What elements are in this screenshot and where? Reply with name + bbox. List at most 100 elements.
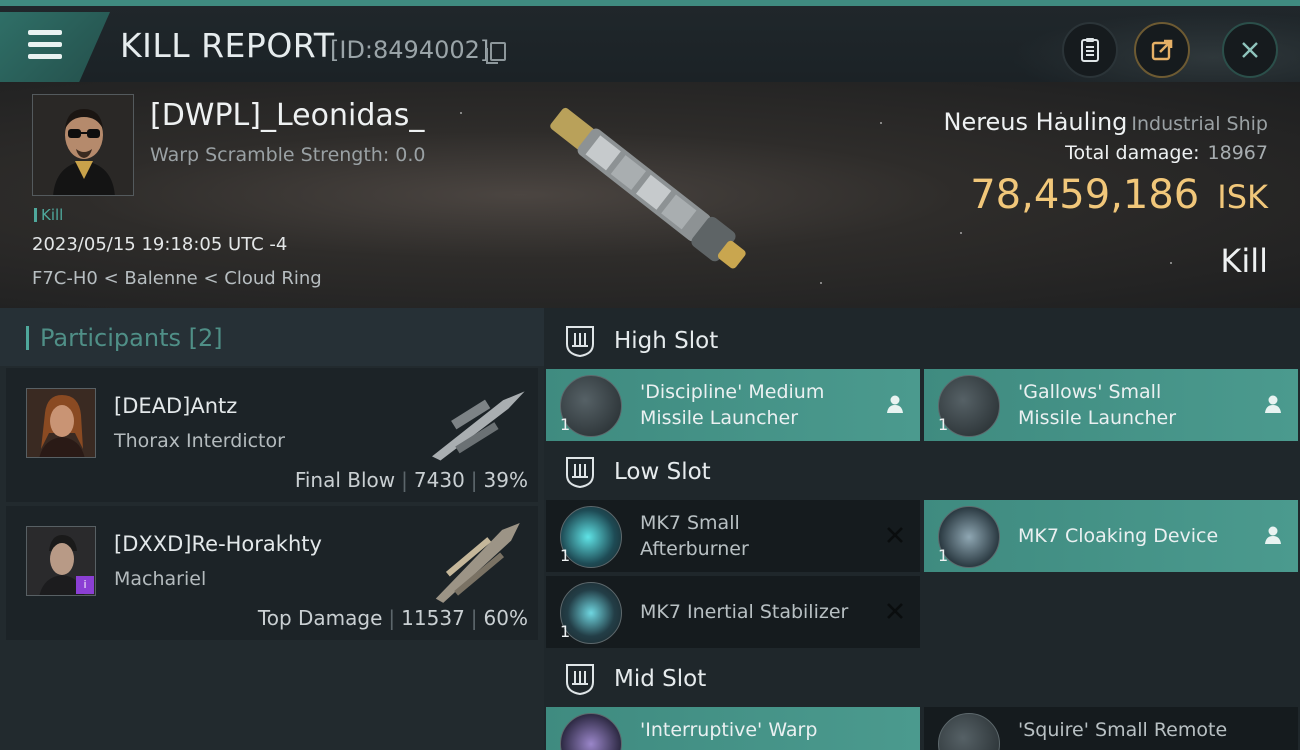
mid-slot-label: Mid Slot — [614, 666, 707, 692]
title-bar: KILL REPORT [ID:8494002] — [0, 0, 1300, 88]
participant-name[interactable]: [DEAD]Antz — [114, 394, 237, 418]
module-name: MK7 Small Afterburner — [640, 510, 749, 562]
hamburger-line — [28, 54, 62, 59]
total-damage-label: Total damage: — [1065, 142, 1200, 164]
hamburger-line — [28, 30, 62, 35]
participants-title: Participants [2] — [40, 324, 223, 352]
participant-role: Final Blow — [294, 468, 396, 492]
ship-name: Nereus Hauling — [943, 108, 1128, 136]
low-slot-icon — [566, 457, 594, 489]
victim-name[interactable]: [DWPL]_Leonidas_ — [150, 98, 424, 133]
participant-row[interactable]: i [DXXD]Re-Horakhty Machariel Top Damage… — [6, 506, 538, 640]
mid-slot-icon — [566, 664, 594, 696]
participant-ship: Thorax Interdictor — [114, 430, 285, 452]
warp-scramble-strength: Warp Scramble Strength: 0.0 — [150, 144, 426, 166]
module-name-line1: MK7 Small — [640, 512, 740, 534]
stat-divider: | — [470, 606, 478, 630]
module-quantity: 1 — [560, 415, 571, 434]
participant-name[interactable]: [DXXD]Re-Horakhty — [114, 532, 322, 556]
page-title: KILL REPORT — [120, 26, 335, 65]
destroyed-icon — [887, 527, 903, 543]
low-slot-label: Low Slot — [614, 459, 711, 485]
fitting-panel: High Slot 1 'Discipline' Medium Missile L… — [544, 308, 1300, 750]
module-item[interactable]: 1 'Gallows' Small Missile Launcher — [924, 369, 1298, 441]
module-name-line1: 'Gallows' Small — [1018, 381, 1162, 403]
isk-amount: 78,459,186 — [970, 172, 1200, 218]
module-item[interactable]: 1 MK7 Inertial Stabilizer — [546, 576, 920, 648]
header-accent-bar — [26, 326, 29, 350]
participant-ship-image — [435, 522, 520, 603]
participant-ship: Machariel — [114, 568, 207, 590]
victim-avatar[interactable] — [32, 94, 134, 196]
participant-avatar[interactable] — [26, 388, 96, 458]
corp-badge-icon: i — [76, 576, 94, 594]
share-icon — [1151, 39, 1173, 61]
high-slot-label: High Slot — [614, 328, 719, 354]
isk-unit: ISK — [1217, 178, 1268, 216]
person-icon — [1265, 526, 1281, 544]
module-name: 'Gallows' Small Missile Launcher — [1018, 379, 1176, 431]
module-name: 'Interruptive' Warp — [640, 719, 818, 741]
copy-icon[interactable] — [486, 42, 506, 64]
kill-datetime: 2023/05/15 19:18:05 UTC -4 — [32, 234, 288, 255]
kill-tag: Kill — [34, 206, 63, 224]
participants-panel: Participants [2] [DEAD]Antz Thorax Inter… — [0, 308, 544, 750]
low-slot-header: Low Slot — [544, 441, 1300, 503]
total-damage: Total damage: 18967 — [1065, 142, 1268, 164]
isk-value: 78,459,186 ISK — [970, 172, 1268, 218]
participants-header: Participants [2] — [0, 308, 544, 366]
stat-divider: | — [388, 606, 396, 630]
share-button[interactable] — [1134, 22, 1190, 78]
total-damage-value: 18967 — [1207, 142, 1268, 164]
portrait-icon — [27, 389, 95, 457]
module-item[interactable]: 1 MK7 Cloaking Device — [924, 500, 1298, 572]
module-item[interactable]: 'Squire' Small Remote — [924, 707, 1298, 750]
close-icon — [1242, 42, 1258, 58]
high-slot-header: High Slot — [544, 310, 1300, 372]
participant-avatar[interactable]: i — [26, 526, 96, 596]
ship-class: Industrial Ship — [1131, 113, 1268, 135]
module-quantity: 1 — [938, 546, 949, 565]
module-quantity: 1 — [560, 622, 571, 641]
person-icon — [1265, 395, 1281, 413]
participant-row[interactable]: [DEAD]Antz Thorax Interdictor Final Blow… — [6, 368, 538, 502]
mid-slot-header: Mid Slot — [544, 648, 1300, 710]
person-icon — [887, 395, 903, 413]
result-label: Kill — [1220, 242, 1268, 280]
module-name-line2: Missile Launcher — [640, 407, 799, 429]
module-quantity: 1 — [560, 546, 571, 565]
stat-divider: | — [470, 468, 478, 492]
clipboard-button[interactable] — [1062, 22, 1118, 78]
module-name: MK7 Inertial Stabilizer — [640, 601, 849, 623]
module-item[interactable]: 1 'Discipline' Medium Missile Launcher — [546, 369, 920, 441]
victim-banner: [DWPL]_Leonidas_ Warp Scramble Strength:… — [0, 82, 1300, 308]
participant-damage: 11537 — [401, 606, 465, 630]
participant-ship-image — [432, 391, 525, 461]
high-slot-icon — [566, 326, 594, 358]
participant-damage: 7430 — [413, 468, 465, 492]
participant-stats: Top Damage | 11537 | 60% — [258, 606, 528, 630]
module-name-line2: Afterburner — [640, 538, 749, 560]
stat-divider: | — [401, 468, 408, 492]
close-button[interactable] — [1222, 22, 1278, 78]
warp-disruptor-icon — [560, 713, 622, 750]
menu-button[interactable] — [0, 12, 110, 82]
module-item[interactable]: 1 MK7 Small Afterburner — [546, 500, 920, 572]
participant-role: Top Damage — [257, 606, 383, 630]
module-name-line1: 'Discipline' Medium — [640, 381, 825, 403]
participant-percent: 60% — [483, 606, 528, 630]
portrait-icon — [33, 95, 133, 195]
victim-ship-image — [550, 107, 746, 269]
module-quantity: 1 — [938, 415, 949, 434]
report-id: [ID:8494002] — [330, 36, 490, 64]
victim-ship[interactable]: Nereus Hauling Industrial Ship — [943, 108, 1268, 136]
participant-stats: Final Blow | 7430 | 39% — [295, 468, 528, 492]
kill-location[interactable]: F7C-H0 < Balenne < Cloud Ring — [32, 268, 322, 289]
module-item[interactable]: 'Interruptive' Warp — [546, 707, 920, 750]
module-name: 'Discipline' Medium Missile Launcher — [640, 379, 824, 431]
destroyed-icon — [887, 603, 903, 619]
remote-repairer-icon — [938, 713, 1000, 750]
clipboard-icon — [1081, 38, 1099, 62]
hamburger-line — [28, 42, 62, 47]
participant-percent: 39% — [483, 468, 528, 492]
